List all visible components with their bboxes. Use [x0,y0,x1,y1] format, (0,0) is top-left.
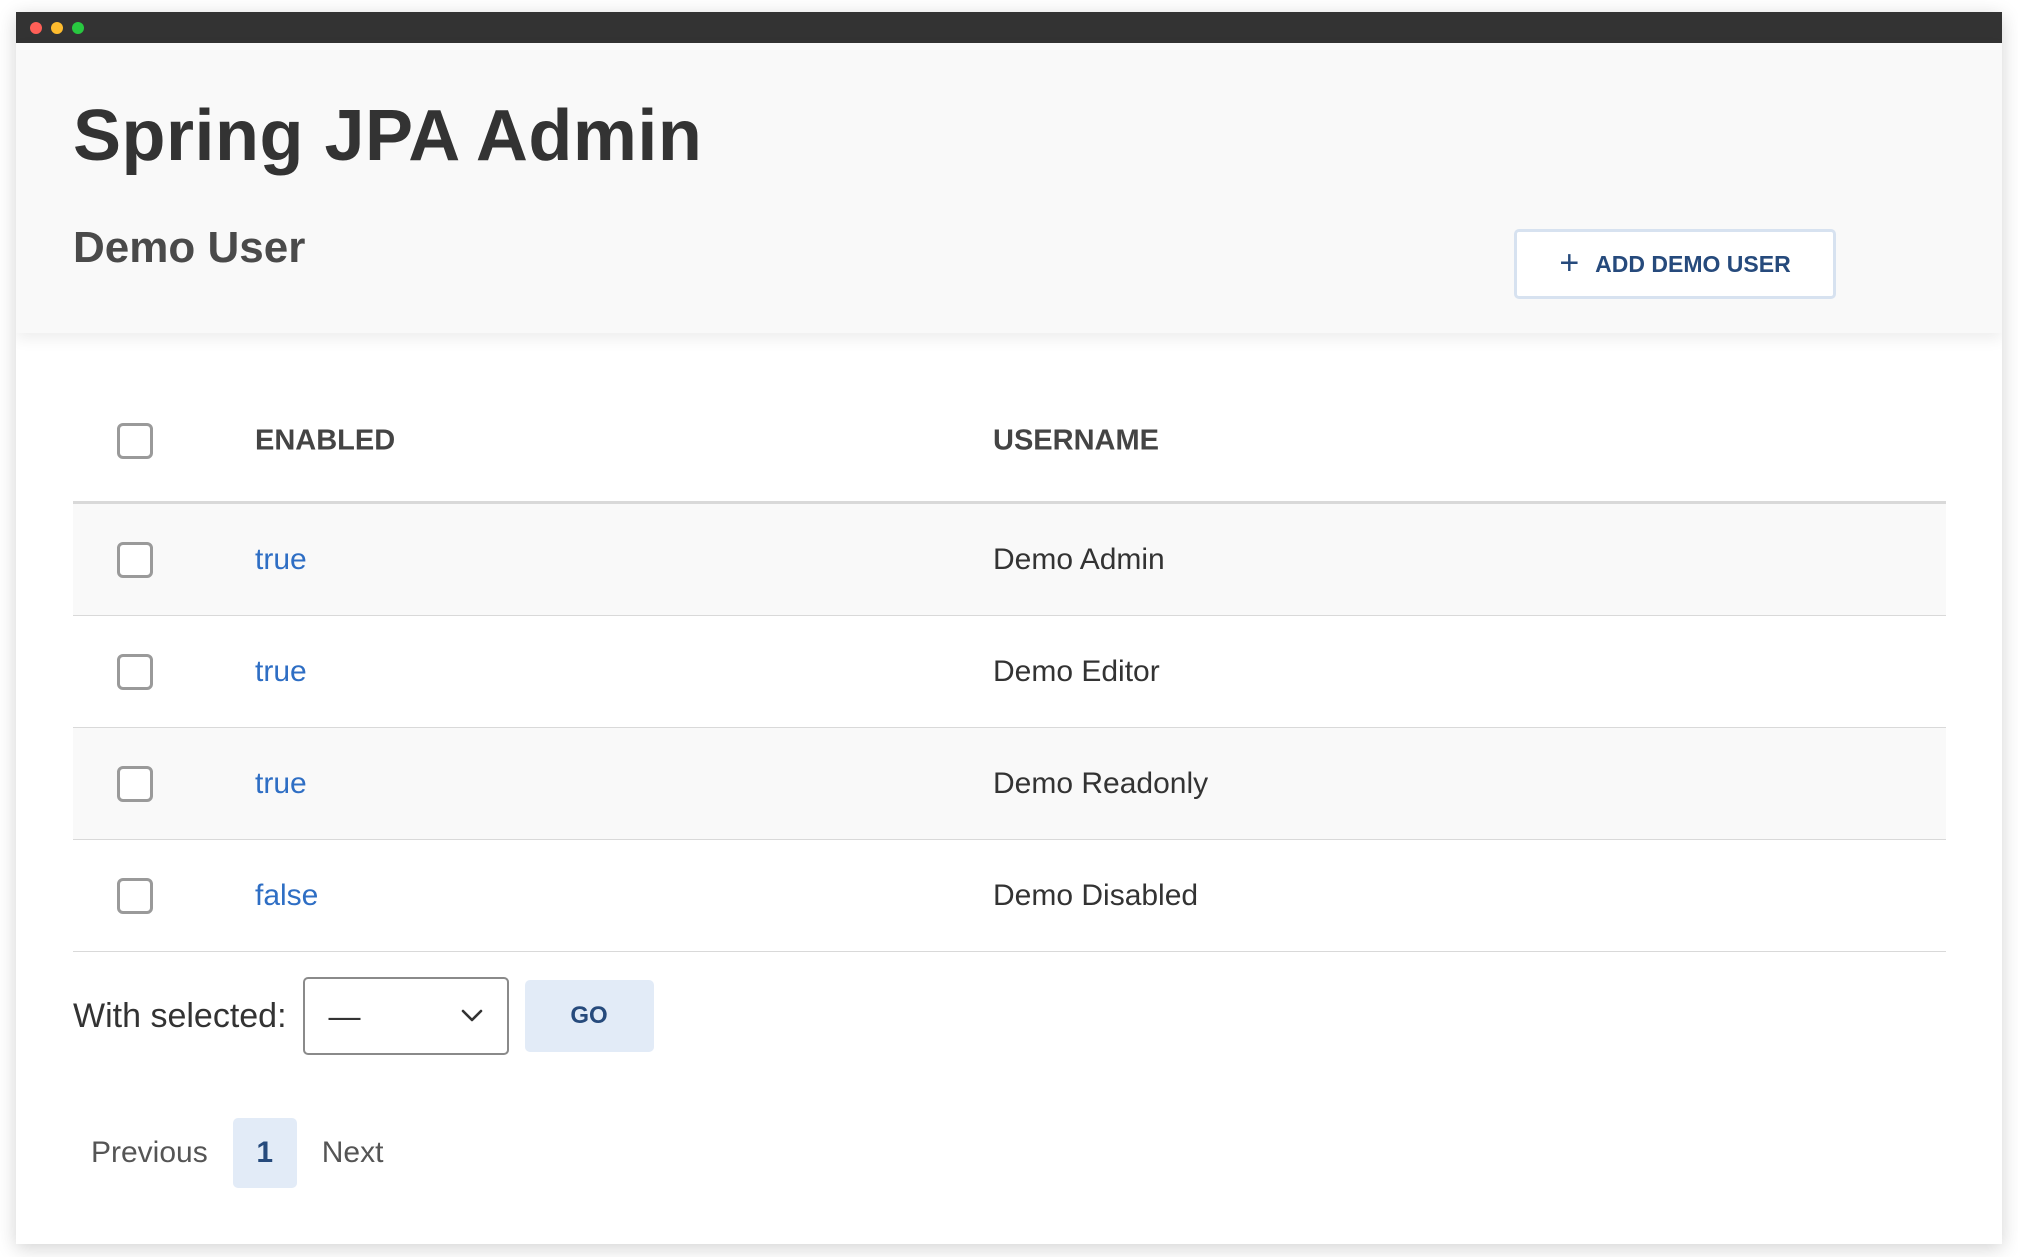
maximize-window-dot[interactable] [72,21,84,34]
bulk-action-select[interactable]: — [302,977,509,1055]
username-cell: Demo Disabled [993,878,1199,912]
next-page-link[interactable]: Next [322,1136,384,1170]
page-header: Spring JPA Admin Demo User + ADD DEMO US… [16,43,2002,333]
enabled-link[interactable]: true [255,543,307,577]
window-titlebar [16,12,2002,43]
bulk-action-bar: With selected: — GO [73,976,654,1056]
username-cell: Demo Admin [993,542,1165,576]
go-button[interactable]: GO [524,980,654,1052]
enabled-link[interactable]: true [255,767,307,801]
enabled-link[interactable]: false [255,879,318,913]
pagination: Previous 1 Next [91,1118,383,1188]
minimize-window-dot[interactable] [51,21,63,34]
browser-window: Spring JPA Admin Demo User + ADD DEMO US… [16,12,2002,1244]
row-checkbox[interactable] [117,541,153,578]
chevron-down-icon [461,1009,483,1023]
enabled-link[interactable]: true [255,655,307,689]
app-title: Spring JPA Admin [73,96,703,176]
add-demo-user-label: ADD DEMO USER [1595,250,1791,277]
close-window-dot[interactable] [30,21,42,34]
bulk-action-selected-value: — [328,997,361,1034]
page-title: Demo User [73,223,306,272]
table-row: true Demo Readonly [73,728,1946,840]
previous-page-link[interactable]: Previous [91,1136,208,1170]
add-demo-user-button[interactable]: + ADD DEMO USER [1514,229,1836,299]
plus-icon: + [1559,243,1580,282]
table-header-row: ENABLED USERNAME [73,380,1946,504]
results-table: ENABLED USERNAME true Demo Admin true De… [73,380,1946,952]
select-all-checkbox[interactable] [117,422,153,459]
current-page-button[interactable]: 1 [232,1118,297,1188]
username-cell: Demo Editor [993,654,1160,688]
table-row: true Demo Editor [73,616,1946,728]
row-checkbox[interactable] [117,877,153,914]
table-row: true Demo Admin [73,504,1946,616]
table-row: false Demo Disabled [73,840,1946,952]
column-header-enabled[interactable]: ENABLED [255,424,395,457]
row-checkbox[interactable] [117,653,153,690]
with-selected-label: With selected: [73,996,287,1035]
column-header-username[interactable]: USERNAME [993,424,1159,457]
row-checkbox[interactable] [117,765,153,802]
username-cell: Demo Readonly [993,766,1209,800]
